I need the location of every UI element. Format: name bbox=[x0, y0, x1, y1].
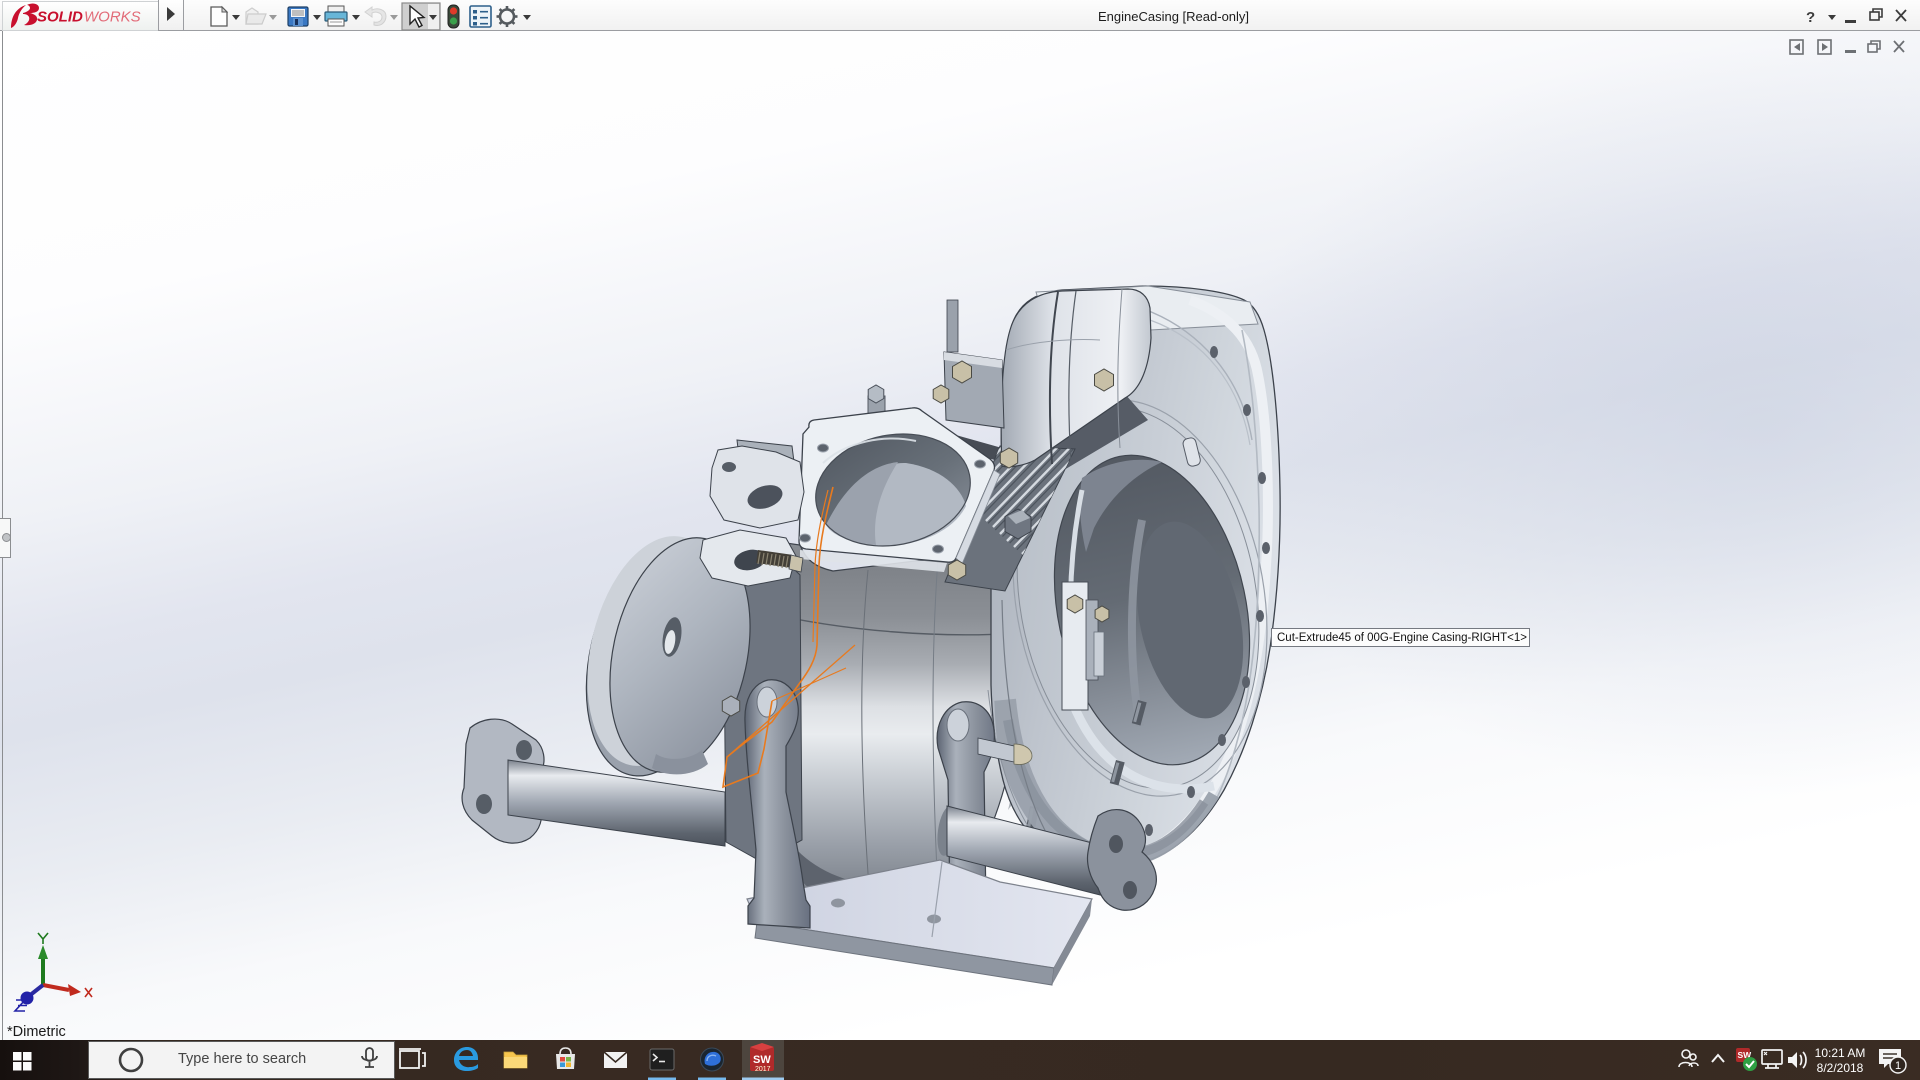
svg-text:1: 1 bbox=[1895, 1060, 1901, 1072]
svg-text:2017: 2017 bbox=[755, 1066, 771, 1073]
svg-text:SW: SW bbox=[753, 1054, 771, 1066]
